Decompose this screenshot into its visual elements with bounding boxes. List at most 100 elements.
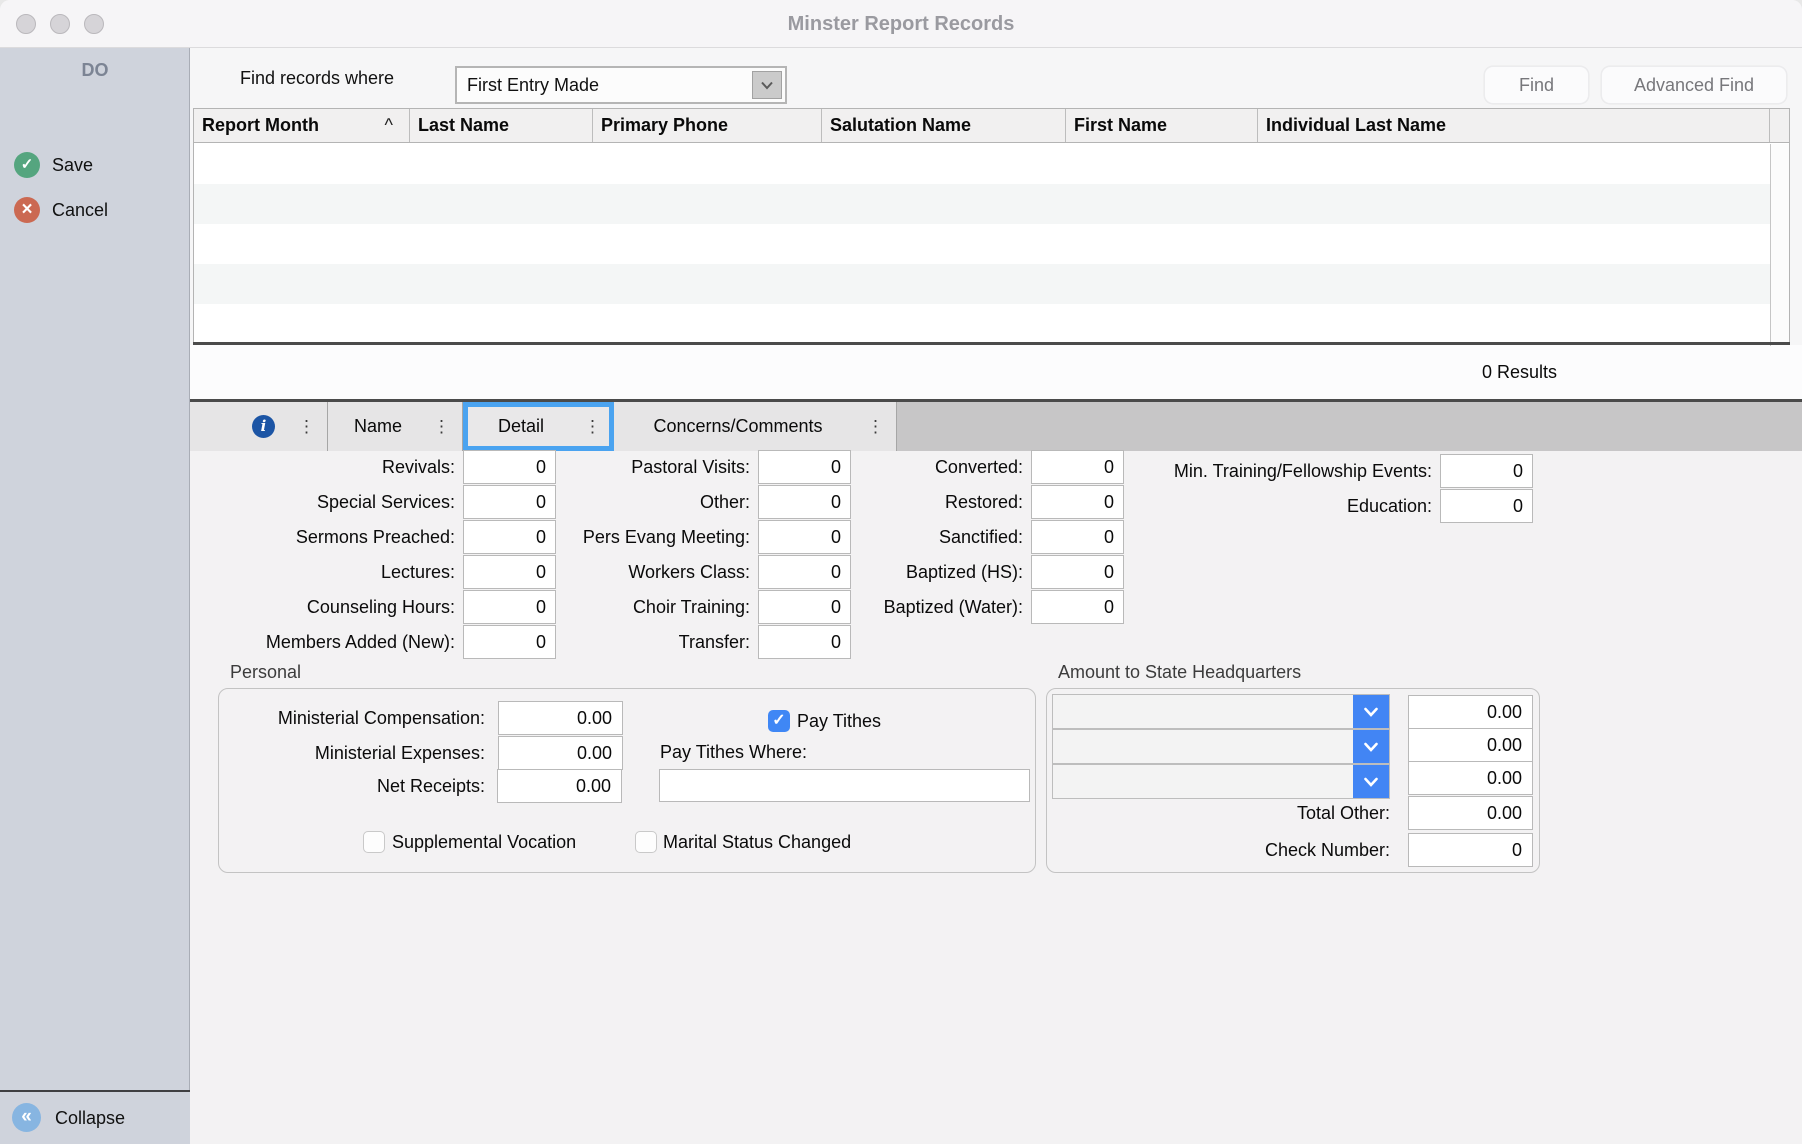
column-header-scroll-spacer <box>1770 109 1789 142</box>
field-input-pers-evang-meeting[interactable] <box>758 520 851 554</box>
save-button[interactable]: ✓ Save <box>0 148 190 182</box>
field-input-other[interactable] <box>758 485 851 519</box>
find-button[interactable]: Find <box>1484 66 1589 104</box>
app-window: Minster Report Records DO ✓ Save × Cance… <box>0 0 1802 1144</box>
pay-tithes-where-label: Pay Tithes Where: <box>660 735 807 769</box>
table-row <box>194 224 1789 264</box>
field-input-ministerial-compensation[interactable] <box>498 701 623 735</box>
field-input-education[interactable] <box>1440 489 1533 523</box>
results-table-header: Report Month ^ Last Name Primary Phone S… <box>194 109 1789 143</box>
info-tab-segment[interactable]: i ⋮ <box>190 402 328 451</box>
tab-detail-label: Detail <box>463 402 579 451</box>
menu-dots-icon[interactable]: ⋮ <box>867 402 884 451</box>
supplemental-vocation-checkbox[interactable] <box>363 831 385 853</box>
field-label-sermons-preached: Sermons Preached: <box>210 520 455 554</box>
field-input-baptized-hs[interactable] <box>1031 555 1124 589</box>
field-label-pastoral-visits: Pastoral Visits: <box>535 450 750 484</box>
window-title: Minster Report Records <box>0 0 1802 48</box>
marital-status-changed-label: Marital Status Changed <box>663 825 851 859</box>
check-number-input[interactable] <box>1408 833 1533 867</box>
state-hq-category-select-3[interactable] <box>1052 764 1390 799</box>
collapse-label: Collapse <box>55 1092 125 1144</box>
pay-tithes-where-input[interactable] <box>659 769 1030 802</box>
field-label-education: Education: <box>1125 489 1432 523</box>
checkmark-icon: ✓ <box>772 712 785 729</box>
column-header-last-name[interactable]: Last Name <box>410 109 593 142</box>
field-label-workers-class: Workers Class: <box>535 555 750 589</box>
chevron-down-icon <box>1363 777 1379 787</box>
select-arrow-button[interactable] <box>1353 765 1389 798</box>
field-input-baptized-water[interactable] <box>1031 590 1124 624</box>
chevron-down-icon <box>1363 707 1379 717</box>
total-other-input[interactable] <box>1408 796 1533 830</box>
table-scrollbar[interactable] <box>1770 144 1789 346</box>
field-input-transfer[interactable] <box>758 625 851 659</box>
field-input-pastoral-visits[interactable] <box>758 450 851 484</box>
field-label-ministerial-compensation: Ministerial Compensation: <box>240 701 485 735</box>
tab-detail[interactable]: Detail ⋮ <box>463 402 614 451</box>
field-label-min-training-fellowship-events: Min. Training/Fellowship Events: <box>1125 454 1432 488</box>
field-label-transfer: Transfer: <box>535 625 750 659</box>
pay-tithes-checkbox[interactable]: ✓ <box>768 710 790 732</box>
cancel-button[interactable]: × Cancel <box>0 193 190 227</box>
total-other-label: Total Other: <box>1150 796 1390 830</box>
field-input-sanctified[interactable] <box>1031 520 1124 554</box>
field-label-choir-training: Choir Training: <box>535 590 750 624</box>
select-arrow-button[interactable] <box>1353 730 1389 763</box>
column-header-primary-phone[interactable]: Primary Phone <box>593 109 822 142</box>
field-input-min-training-fellowship-events[interactable] <box>1440 454 1533 488</box>
column-header-report-month[interactable]: Report Month ^ <box>194 109 410 142</box>
field-label-special-services: Special Services: <box>210 485 455 519</box>
find-field-dropdown[interactable]: First Entry Made <box>455 66 787 104</box>
tab-concerns-comments[interactable]: Concerns/Comments ⋮ <box>614 402 897 451</box>
chevron-down-icon <box>760 81 774 90</box>
find-records-where-label: Find records where <box>240 48 394 108</box>
title-bar: Minster Report Records <box>0 0 1802 48</box>
menu-dots-icon[interactable]: ⋮ <box>584 402 601 451</box>
state-hq-amount-input-3[interactable] <box>1408 761 1533 795</box>
field-input-ministerial-expenses[interactable] <box>498 736 623 770</box>
tab-name-label: Name <box>328 402 428 451</box>
state-hq-amount-input-1[interactable] <box>1408 695 1533 729</box>
results-table: Report Month ^ Last Name Primary Phone S… <box>193 108 1790 345</box>
field-label-pers-evang-meeting: Pers Evang Meeting: <box>535 520 750 554</box>
field-input-net-receipts[interactable] <box>497 769 622 803</box>
field-label-counseling-hours: Counseling Hours: <box>210 590 455 624</box>
tab-concerns-comments-label: Concerns/Comments <box>614 402 862 451</box>
cancel-button-label: Cancel <box>52 193 108 227</box>
state-hq-section-label: Amount to State Headquarters <box>1058 662 1301 683</box>
menu-dots-icon[interactable]: ⋮ <box>433 402 450 451</box>
find-field-dropdown-value: First Entry Made <box>467 68 599 102</box>
table-row <box>194 184 1789 224</box>
field-label-net-receipts: Net Receipts: <box>240 769 485 803</box>
field-label-sanctified: Sanctified: <box>845 520 1023 554</box>
marital-status-changed-checkbox[interactable] <box>635 831 657 853</box>
sort-ascending-icon[interactable]: ^ <box>385 109 393 142</box>
state-hq-category-select-1[interactable] <box>1052 694 1390 729</box>
table-row <box>194 144 1789 184</box>
chevron-down-icon <box>1363 742 1379 752</box>
results-table-body <box>194 144 1789 346</box>
field-input-choir-training[interactable] <box>758 590 851 624</box>
tab-bar: i ⋮ Name ⋮ Detail ⋮ Concerns/Comments ⋮ <box>190 399 1802 451</box>
menu-dots-icon[interactable]: ⋮ <box>298 402 315 451</box>
state-hq-amount-input-2[interactable] <box>1408 728 1533 762</box>
sidebar-header: DO <box>0 60 190 81</box>
field-input-converted[interactable] <box>1031 450 1124 484</box>
select-arrow-button[interactable] <box>1353 695 1389 728</box>
column-header-first-name[interactable]: First Name <box>1066 109 1258 142</box>
field-label-members-added-new: Members Added (New): <box>210 625 455 659</box>
column-header-salutation-name[interactable]: Salutation Name <box>822 109 1066 142</box>
tab-name[interactable]: Name ⋮ <box>328 402 463 451</box>
state-hq-category-select-2[interactable] <box>1052 729 1390 764</box>
field-input-restored[interactable] <box>1031 485 1124 519</box>
table-row <box>194 264 1789 304</box>
table-row <box>194 304 1789 344</box>
field-label-lectures: Lectures: <box>210 555 455 589</box>
info-icon[interactable]: i <box>252 415 275 438</box>
collapse-sidebar-button[interactable]: « Collapse <box>0 1092 190 1144</box>
field-input-workers-class[interactable] <box>758 555 851 589</box>
column-header-individual-last-name[interactable]: Individual Last Name <box>1258 109 1770 142</box>
advanced-find-button[interactable]: Advanced Find <box>1601 66 1787 104</box>
dropdown-arrow-button[interactable] <box>752 71 782 99</box>
